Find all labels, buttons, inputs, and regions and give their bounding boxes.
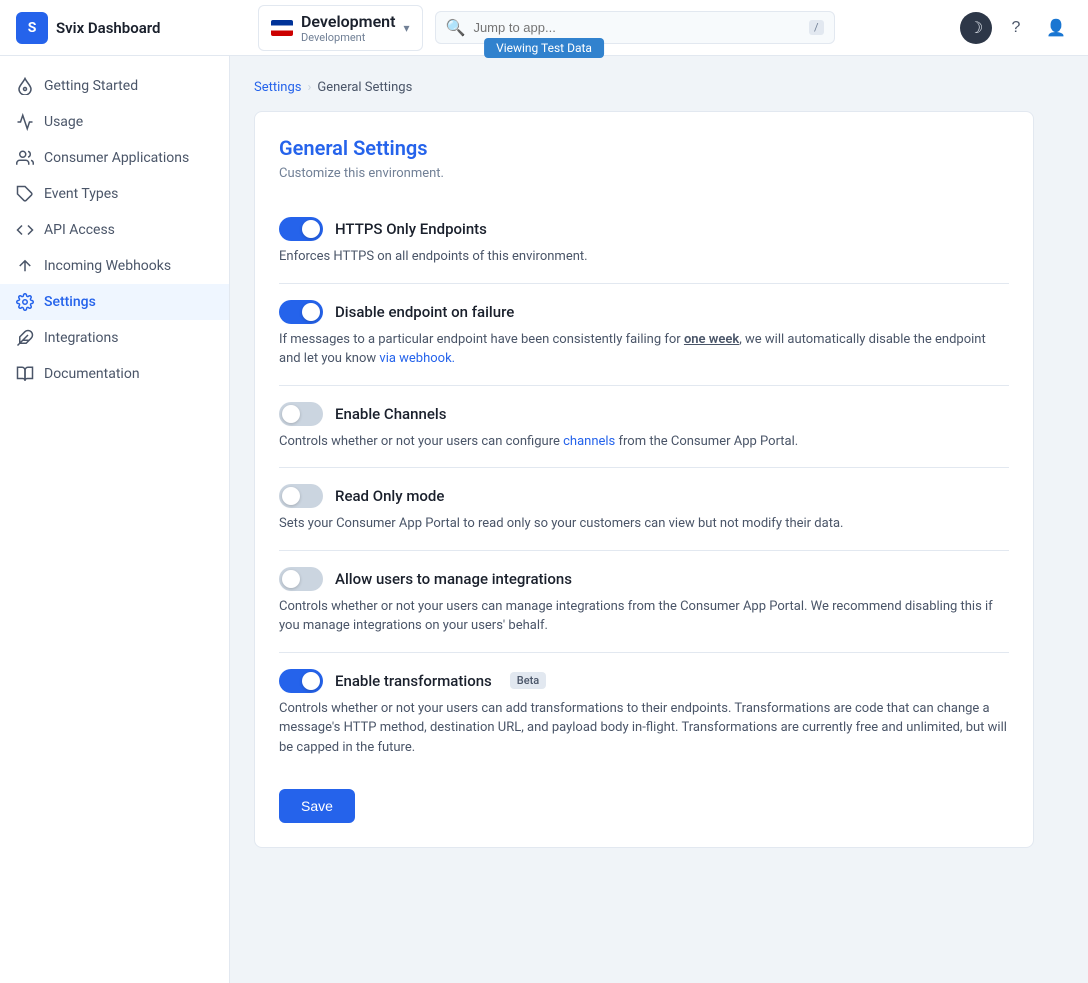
- setting-desc-enable-transformations: Controls whether or not your users can a…: [279, 699, 1009, 758]
- brand-name: Svix Dashboard: [56, 19, 160, 37]
- sidebar-label-incoming-webhooks: Incoming Webhooks: [44, 258, 171, 274]
- sidebar: Getting Started Usage Consumer Applicati…: [0, 56, 230, 983]
- setting-https-only: HTTPS Only Endpoints Enforces HTTPS on a…: [279, 201, 1009, 283]
- setting-allow-manage-integrations: Allow users to manage integrations Contr…: [279, 550, 1009, 652]
- toggle-allow-manage-integrations[interactable]: [279, 567, 323, 591]
- setting-read-only-mode: Read Only mode Sets your Consumer App Po…: [279, 467, 1009, 550]
- sidebar-item-consumer-applications[interactable]: Consumer Applications: [0, 140, 229, 176]
- sidebar-label-settings: Settings: [44, 294, 96, 310]
- setting-name-disable-on-failure: Disable endpoint on failure: [335, 303, 514, 321]
- settings-card: General Settings Customize this environm…: [254, 111, 1034, 848]
- eu-flag-icon: [271, 20, 293, 36]
- sidebar-item-usage[interactable]: Usage: [0, 104, 229, 140]
- setting-desc-read-only-mode: Sets your Consumer App Portal to read on…: [279, 514, 1009, 534]
- breadcrumb-current: General Settings: [317, 80, 412, 95]
- setting-name-read-only-mode: Read Only mode: [335, 487, 444, 505]
- setting-desc-https-only: Enforces HTTPS on all endpoints of this …: [279, 247, 1009, 267]
- breadcrumb-separator: ›: [307, 80, 311, 95]
- setting-desc-disable-on-failure: If messages to a particular endpoint hav…: [279, 330, 1009, 369]
- search-input[interactable]: [473, 20, 801, 35]
- sidebar-label-api-access: API Access: [44, 222, 115, 238]
- puzzle-icon: [16, 329, 34, 347]
- sidebar-label-consumer-applications: Consumer Applications: [44, 150, 189, 166]
- one-week-text: one week: [684, 332, 739, 347]
- sidebar-label-documentation: Documentation: [44, 366, 140, 382]
- sidebar-label-integrations: Integrations: [44, 330, 118, 346]
- sidebar-item-api-access[interactable]: API Access: [0, 212, 229, 248]
- sidebar-item-event-types[interactable]: Event Types: [0, 176, 229, 212]
- channels-link[interactable]: channels: [563, 434, 615, 449]
- sidebar-item-settings[interactable]: Settings: [0, 284, 229, 320]
- setting-desc-enable-channels: Controls whether or not your users can c…: [279, 432, 1009, 452]
- sidebar-label-getting-started: Getting Started: [44, 78, 138, 94]
- search-icon: 🔍: [446, 18, 466, 37]
- env-sub: Development: [301, 31, 395, 44]
- setting-disable-on-failure: Disable endpoint on failure If messages …: [279, 283, 1009, 385]
- breadcrumb-parent[interactable]: Settings: [254, 80, 301, 95]
- navbar: S Svix Dashboard Development Development…: [0, 0, 1088, 56]
- layout: Getting Started Usage Consumer Applicati…: [0, 56, 1088, 983]
- sidebar-item-getting-started[interactable]: Getting Started: [0, 68, 229, 104]
- breadcrumb: Settings › General Settings: [254, 80, 1064, 95]
- setting-name-enable-transformations: Enable transformations: [335, 672, 492, 690]
- chart-icon: [16, 113, 34, 131]
- brand-logo: S: [16, 12, 48, 44]
- setting-desc-allow-manage-integrations: Controls whether or not your users can m…: [279, 597, 1009, 636]
- setting-name-https-only: HTTPS Only Endpoints: [335, 220, 487, 238]
- gear-icon: [16, 293, 34, 311]
- toggle-enable-transformations[interactable]: [279, 669, 323, 693]
- via-webhook-link[interactable]: via webhook.: [379, 351, 455, 366]
- user-menu-button[interactable]: 👤: [1040, 12, 1072, 44]
- webhook-icon: [16, 257, 34, 275]
- setting-enable-channels: Enable Channels Controls whether or not …: [279, 385, 1009, 468]
- sidebar-item-incoming-webhooks[interactable]: Incoming Webhooks: [0, 248, 229, 284]
- sidebar-item-documentation[interactable]: Documentation: [0, 356, 229, 392]
- env-name: Development: [301, 12, 395, 31]
- code-icon: [16, 221, 34, 239]
- setting-enable-transformations: Enable transformations Beta Controls whe…: [279, 652, 1009, 774]
- toggle-https-only[interactable]: [279, 217, 323, 241]
- toggle-read-only-mode[interactable]: [279, 484, 323, 508]
- beta-badge: Beta: [510, 672, 546, 689]
- sidebar-item-integrations[interactable]: Integrations: [0, 320, 229, 356]
- environment-selector[interactable]: Development Development ▾: [258, 5, 423, 51]
- main-content: Settings › General Settings General Sett…: [230, 56, 1088, 983]
- tag-icon: [16, 185, 34, 203]
- toggle-disable-on-failure[interactable]: [279, 300, 323, 324]
- page-subtitle: Customize this environment.: [279, 166, 1009, 181]
- navbar-actions: ☽ ? 👤: [960, 12, 1072, 44]
- dark-mode-toggle[interactable]: ☽: [960, 12, 992, 44]
- page-title: General Settings: [279, 136, 1009, 160]
- help-button[interactable]: ?: [1000, 12, 1032, 44]
- rocket-icon: [16, 77, 34, 95]
- sidebar-label-event-types: Event Types: [44, 186, 118, 202]
- search-shortcut: /: [809, 20, 824, 35]
- save-button[interactable]: Save: [279, 789, 355, 823]
- sidebar-label-usage: Usage: [44, 114, 83, 130]
- users-icon: [16, 149, 34, 167]
- brand: S Svix Dashboard: [16, 12, 246, 44]
- book-icon: [16, 365, 34, 383]
- setting-name-enable-channels: Enable Channels: [335, 405, 446, 423]
- chevron-down-icon: ▾: [403, 21, 409, 35]
- setting-name-allow-manage-integrations: Allow users to manage integrations: [335, 570, 572, 588]
- viewing-test-data-banner: Viewing Test Data: [484, 38, 604, 58]
- toggle-enable-channels[interactable]: [279, 402, 323, 426]
